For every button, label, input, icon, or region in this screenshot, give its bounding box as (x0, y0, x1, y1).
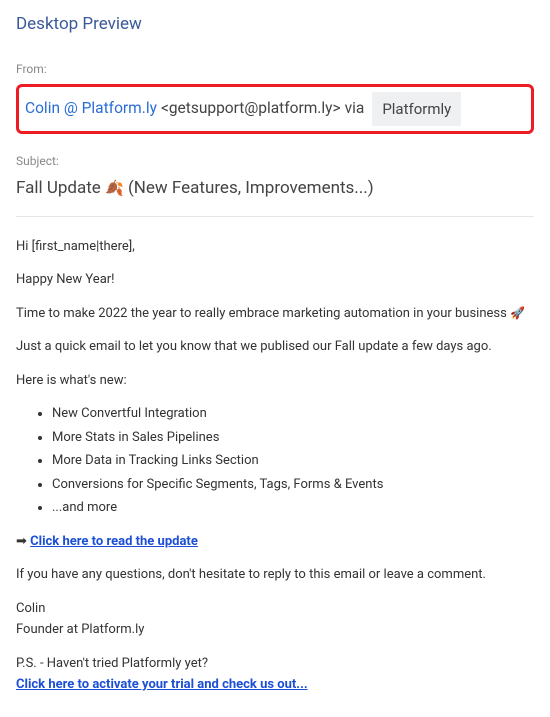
subject-prefix: Fall Update (16, 178, 105, 198)
from-field-highlight: Colin @ Platform.ly <getsupport@platform… (16, 84, 534, 135)
activate-trial-link[interactable]: Click here to activate your trial and ch… (16, 677, 308, 692)
body-whats-new: Here is what's new: (16, 371, 534, 391)
rocket-emoji-icon: 🚀 (510, 306, 525, 320)
arrow-icon: ➡ (16, 534, 30, 549)
signature-name: Colin (16, 599, 534, 619)
subject-suffix: (New Features, Improvements...) (124, 178, 374, 198)
body-intro: Time to make 2022 the year to really emb… (16, 304, 534, 324)
leaves-emoji-icon: 🍂 (105, 179, 124, 197)
list-item: ...and more (52, 498, 534, 518)
subject-label: Subject: (16, 152, 534, 170)
body-update-line: Just a quick email to let you know that … (16, 337, 534, 357)
list-item: More Stats in Sales Pipelines (52, 428, 534, 448)
body-questions: If you have any questions, don't hesitat… (16, 565, 534, 585)
feature-list: New Convertful Integration More Stats in… (52, 404, 534, 518)
signature-title: Founder at Platform.ly (16, 620, 534, 640)
subject-line: Fall Update 🍂 (New Features, Improvement… (16, 176, 534, 202)
list-item: Conversions for Specific Segments, Tags,… (52, 475, 534, 495)
body-happy-new-year: Happy New Year! (16, 270, 534, 290)
list-item: More Data in Tracking Links Section (52, 451, 534, 471)
from-via-badge: Platformly (372, 92, 461, 127)
divider (16, 216, 534, 217)
from-sender-email: <getsupport@platform.ly> (161, 97, 341, 120)
from-sender-name[interactable]: Colin @ Platform.ly (25, 97, 157, 120)
body-intro-text: Time to make 2022 the year to really emb… (16, 306, 510, 321)
ps-block: P.S. - Haven't tried Platformly yet? Cli… (16, 654, 534, 695)
list-item: New Convertful Integration (52, 404, 534, 424)
email-body: Hi [first_name|there], Happy New Year! T… (16, 237, 534, 695)
from-label: From: (16, 60, 534, 78)
body-greeting: Hi [first_name|there], (16, 237, 534, 257)
from-via-text: via (345, 97, 365, 120)
read-update-link[interactable]: Click here to read the update (30, 534, 198, 549)
ps-text: P.S. - Haven't tried Platformly yet? (16, 654, 534, 674)
cta-line: ➡ Click here to read the update (16, 532, 534, 552)
signature: Colin Founder at Platform.ly (16, 599, 534, 640)
page-title: Desktop Preview (16, 12, 534, 38)
